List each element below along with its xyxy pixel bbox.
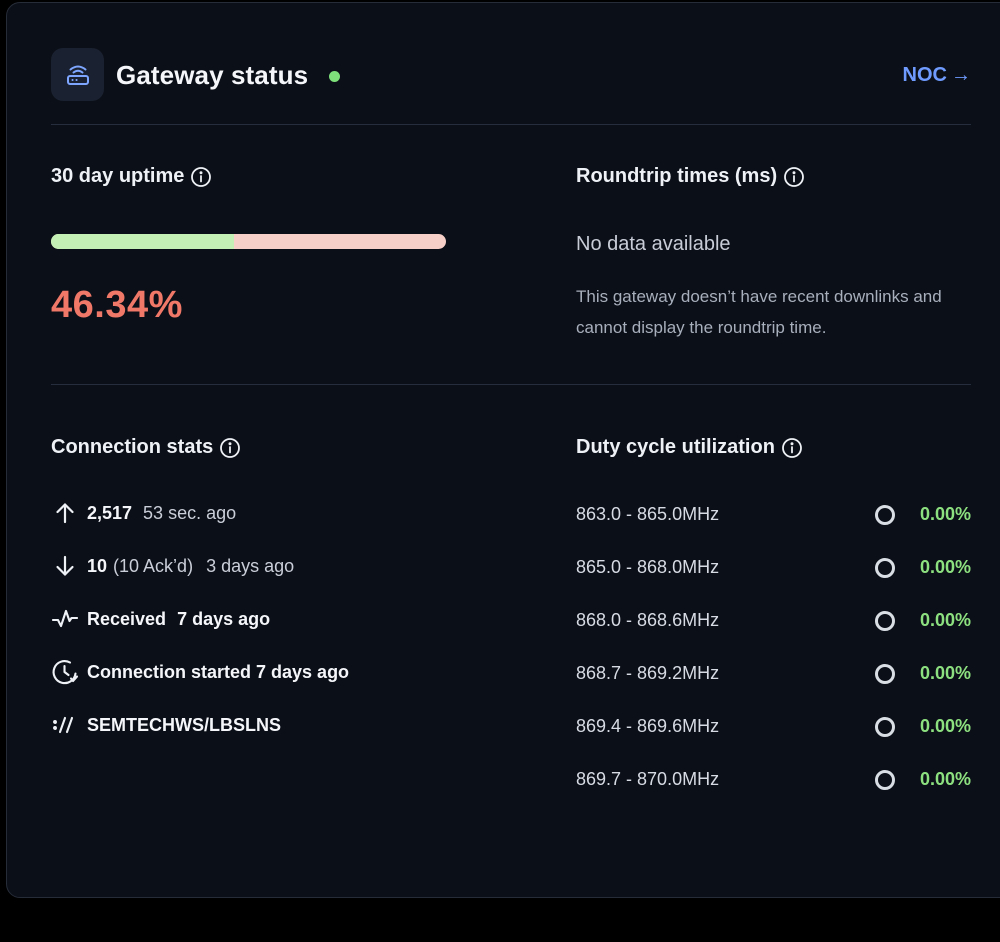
info-icon[interactable] — [219, 437, 241, 459]
connection-started-stat: Connection started 7 days ago — [51, 657, 349, 687]
utilization-ring-icon — [875, 505, 895, 525]
arrow-right-icon: → — [951, 64, 971, 86]
header-divider — [51, 124, 971, 125]
roundtrip-section-title: Roundtrip times (ms) — [576, 165, 805, 188]
uptime-section-title: 30 day uptime — [51, 165, 212, 188]
utilization-ring-icon — [875, 558, 895, 578]
info-icon[interactable] — [781, 437, 803, 459]
protocol-icon — [51, 711, 79, 739]
utilization-ring-icon — [875, 664, 895, 684]
page-title: Gateway status — [116, 60, 309, 90]
uptime-progress-bar — [51, 234, 446, 249]
duty-cycle-band: 868.0 - 868.6MHz — [576, 610, 720, 630]
status-indicator — [329, 71, 340, 82]
connection-started-label: Connection started 7 days ago — [87, 661, 350, 682]
utilization-ring-icon — [875, 717, 895, 737]
duty-cycle-row: 869.7 - 870.0MHz 0.00% — [576, 765, 971, 795]
arrow-down-icon — [51, 552, 79, 580]
received-label: Received — [87, 608, 167, 629]
utilization-ring-icon — [875, 611, 895, 631]
duty-cycle-value: 0.00% — [919, 557, 971, 577]
uptime-progress-fill — [51, 234, 235, 249]
uplink-stat: 2,517 53 sec. ago — [51, 498, 236, 528]
duty-cycle-band: 865.0 - 868.0MHz — [576, 557, 720, 577]
duty-cycle-row: 868.7 - 869.2MHz 0.00% — [576, 659, 971, 689]
duty-cycle-value: 0.00% — [919, 716, 971, 736]
protocol-stat: SEMTECHWS/LBSLNS — [51, 710, 281, 740]
duty-cycle-band: 869.7 - 870.0MHz — [576, 769, 720, 789]
duty-cycle-band: 868.7 - 869.2MHz — [576, 663, 720, 683]
section-divider — [51, 384, 971, 385]
no-data-description: This gateway doesn’t have recent downlin… — [576, 287, 942, 337]
downlink-acked: (10 Ack’d) — [113, 555, 194, 576]
card-header: Gateway status NOC → — [51, 48, 971, 102]
duty-cycle-value: 0.00% — [919, 504, 971, 524]
uptime-percentage: 46.34% — [51, 284, 183, 326]
utilization-ring-icon — [875, 770, 895, 790]
duty-cycle-row: 865.0 - 868.0MHz 0.00% — [576, 553, 971, 583]
duty-cycle-band: 863.0 - 865.0MHz — [576, 504, 720, 524]
received-time: 7 days ago — [177, 608, 271, 629]
duty-cycle-row: 863.0 - 865.0MHz 0.00% — [576, 500, 971, 530]
noc-link-label: NOC — [902, 64, 947, 86]
uplink-time: 53 sec. ago — [143, 502, 237, 523]
duty-cycle-band: 869.4 - 869.6MHz — [576, 716, 720, 736]
duty-cycle-title: Duty cycle utilization — [576, 436, 775, 458]
downlink-stat: 10 (10 Ack’d) 3 days ago — [51, 551, 294, 581]
downlink-count: 10 — [87, 555, 108, 576]
duty-cycle-value: 0.00% — [919, 663, 971, 683]
gateway-icon — [51, 48, 104, 101]
arrow-up-icon — [51, 499, 79, 527]
clock-icon — [51, 658, 79, 686]
received-stat: Received 7 days ago — [51, 604, 270, 634]
protocol-label: SEMTECHWS/LBSLNS — [87, 714, 282, 735]
noc-link[interactable]: NOC → — [903, 64, 971, 87]
duty-cycle-row: 868.0 - 868.6MHz 0.00% — [576, 606, 971, 636]
duty-cycle-value: 0.00% — [919, 610, 971, 630]
roundtrip-title: Roundtrip times (ms) — [576, 165, 778, 187]
gateway-status-card: Gateway status NOC → 30 day uptime 46.34… — [6, 2, 1000, 898]
downlink-time: 3 days ago — [206, 555, 295, 576]
connection-title: Connection stats — [51, 436, 214, 458]
info-icon[interactable] — [190, 166, 212, 188]
connection-section-title: Connection stats — [51, 436, 241, 459]
uptime-title: 30 day uptime — [51, 165, 185, 187]
uplink-count: 2,517 — [87, 502, 133, 523]
no-data-message: No data available — [576, 233, 731, 255]
duty-cycle-section-title: Duty cycle utilization — [576, 436, 803, 459]
activity-icon — [51, 605, 79, 633]
info-icon[interactable] — [783, 166, 805, 188]
duty-cycle-row: 869.4 - 869.6MHz 0.00% — [576, 712, 971, 742]
duty-cycle-value: 0.00% — [919, 769, 971, 789]
